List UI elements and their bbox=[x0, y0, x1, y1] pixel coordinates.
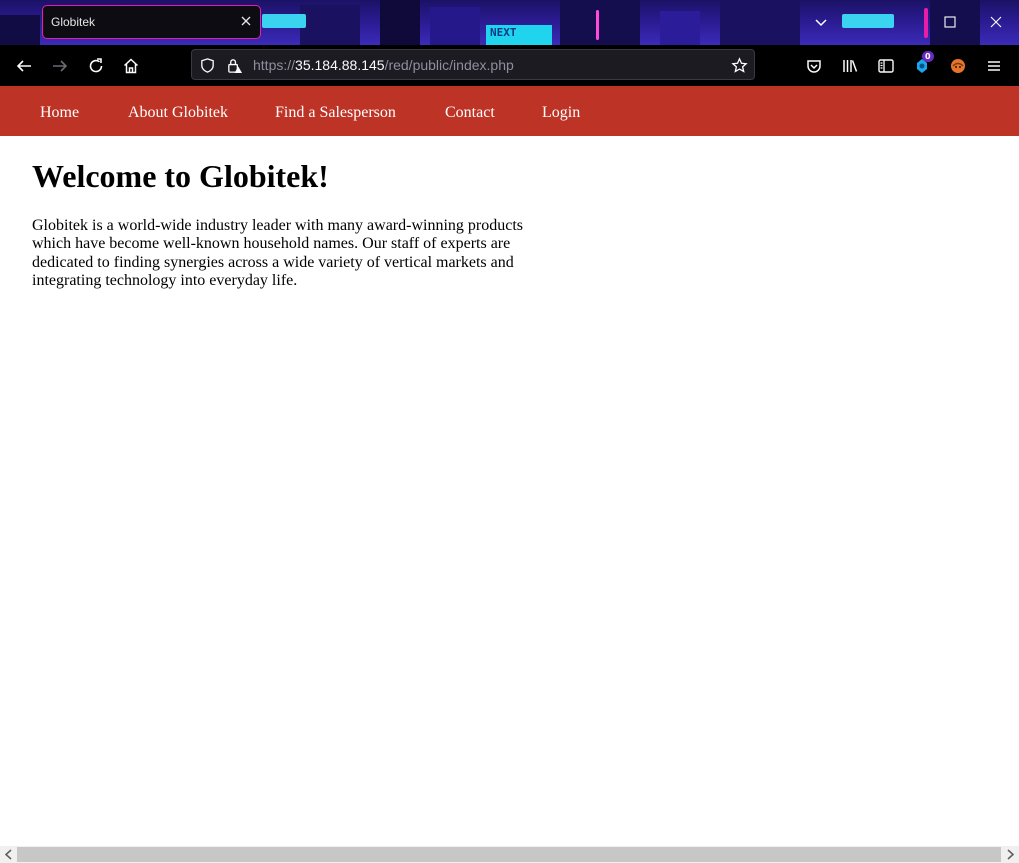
url-path: /red/public/index.php bbox=[384, 57, 514, 73]
site-nav: Home About Globitek Find a Salesperson C… bbox=[0, 86, 1019, 136]
nav-link-login[interactable]: Login bbox=[542, 104, 580, 122]
nav-link-about[interactable]: About Globitek bbox=[128, 104, 228, 122]
forward-icon bbox=[53, 60, 68, 72]
pocket-button[interactable] bbox=[803, 55, 825, 77]
maximize-icon[interactable] bbox=[943, 15, 957, 29]
home-button[interactable] bbox=[120, 55, 142, 77]
bookmark-star-icon[interactable] bbox=[731, 57, 748, 74]
library-icon bbox=[843, 60, 858, 72]
extension-badge: 0 bbox=[922, 51, 934, 62]
sidebar-button[interactable] bbox=[875, 55, 897, 77]
pocket-icon bbox=[807, 60, 821, 73]
profile-button[interactable] bbox=[947, 55, 969, 77]
close-window-icon[interactable] bbox=[989, 15, 1003, 29]
back-button[interactable] bbox=[13, 55, 35, 77]
menu-icon bbox=[988, 61, 1000, 71]
page-title: Welcome to Globitek! bbox=[32, 158, 329, 194]
url-host: 35.184.88.145 bbox=[295, 57, 385, 73]
lock-warning-icon[interactable] bbox=[226, 57, 243, 74]
scroll-right-icon[interactable] bbox=[1003, 848, 1017, 861]
tab-title: Globitek bbox=[51, 15, 96, 29]
url-text[interactable]: https://35.184.88.145/red/public/index.p… bbox=[253, 57, 514, 73]
profile-icon bbox=[951, 59, 965, 73]
neon-sign: NEXT bbox=[486, 25, 552, 45]
horizontal-scrollbar[interactable] bbox=[0, 846, 1019, 863]
back-icon bbox=[16, 60, 31, 72]
scrollbar-thumb[interactable] bbox=[17, 847, 1001, 862]
address-bar[interactable]: https://35.184.88.145/red/public/index.p… bbox=[191, 49, 755, 80]
reload-button[interactable] bbox=[85, 55, 107, 77]
title-bar: NEXT Globitek bbox=[0, 0, 1019, 45]
close-tab-icon[interactable] bbox=[239, 14, 253, 28]
sidebar-icon bbox=[878, 59, 894, 73]
nav-link-home[interactable]: Home bbox=[40, 104, 79, 122]
intro-paragraph: Globitek is a world-wide industry leader… bbox=[32, 217, 523, 289]
url-scheme: https:// bbox=[253, 57, 296, 73]
extension-button[interactable]: 0 bbox=[911, 51, 934, 77]
home-icon bbox=[123, 58, 139, 74]
library-button[interactable] bbox=[839, 55, 861, 77]
shield-icon[interactable] bbox=[199, 57, 216, 74]
reload-icon bbox=[89, 58, 103, 73]
nav-link-contact[interactable]: Contact bbox=[445, 104, 495, 122]
app-menu-button[interactable] bbox=[983, 55, 1005, 77]
scroll-left-icon[interactable] bbox=[2, 848, 16, 861]
nav-link-find-salesperson[interactable]: Find a Salesperson bbox=[275, 104, 396, 122]
forward-button[interactable] bbox=[49, 55, 71, 77]
list-all-tabs-icon[interactable] bbox=[814, 15, 828, 29]
browser-tab[interactable]: Globitek bbox=[42, 5, 261, 39]
